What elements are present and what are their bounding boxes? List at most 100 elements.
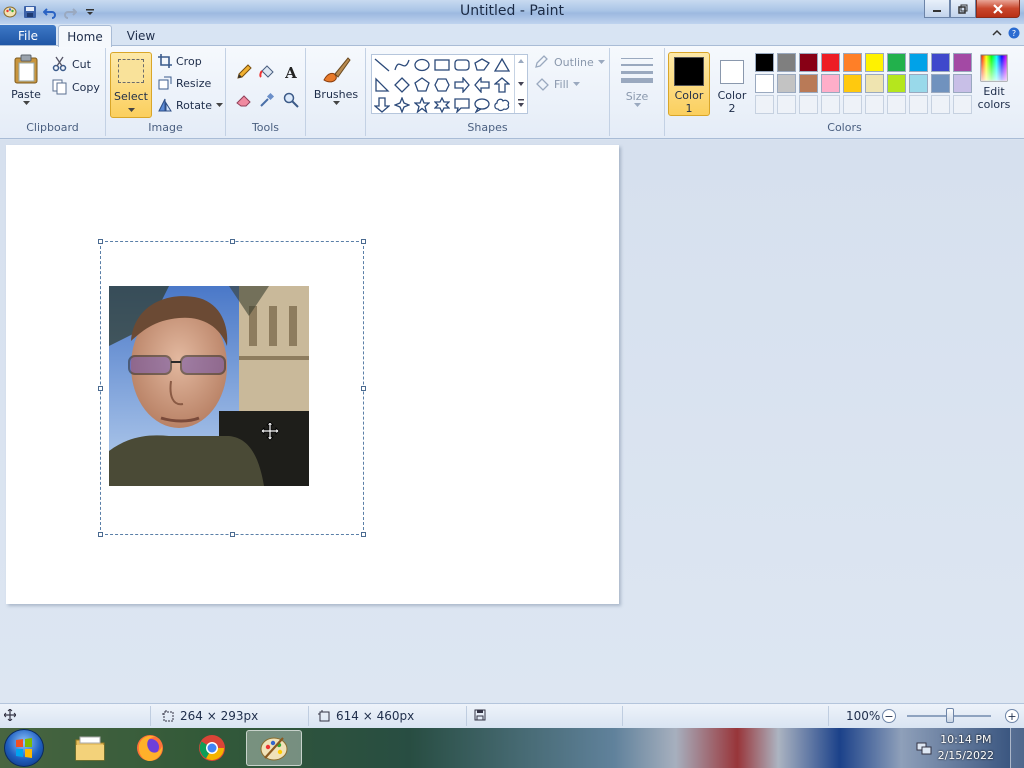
start-button[interactable] (4, 729, 44, 767)
resize-handle-se[interactable] (361, 532, 366, 537)
custom-color-slot[interactable] (865, 95, 884, 114)
color-swatch[interactable] (755, 53, 774, 72)
eraser-icon[interactable] (234, 90, 254, 110)
minimize-button[interactable] (924, 0, 950, 18)
diamond-shape-icon[interactable] (393, 76, 411, 94)
cut-button[interactable]: Cut (52, 56, 91, 72)
outline-button[interactable]: Outline (534, 55, 605, 69)
hexagon-shape-icon[interactable] (433, 76, 451, 94)
tab-home[interactable]: Home (58, 25, 112, 47)
edit-colors-button[interactable]: Edit colors (975, 54, 1013, 111)
color-swatch[interactable] (799, 74, 818, 93)
six-point-star-shape-icon[interactable] (433, 96, 451, 114)
color-swatch[interactable] (821, 74, 840, 93)
up-arrow-shape-icon[interactable] (493, 76, 511, 94)
color-swatch[interactable] (777, 74, 796, 93)
drawing-canvas[interactable] (6, 145, 619, 604)
network-icon[interactable] (916, 740, 932, 756)
triangle-shape-icon[interactable] (493, 56, 511, 74)
size-button[interactable]: Size (616, 56, 658, 108)
custom-color-slot[interactable] (909, 95, 928, 114)
resize-button[interactable]: Resize (158, 76, 211, 90)
color-swatch[interactable] (887, 74, 906, 93)
left-arrow-shape-icon[interactable] (473, 76, 491, 94)
cloud-callout-shape-icon[interactable] (493, 96, 511, 114)
taskbar-chrome[interactable] (184, 730, 240, 766)
color-swatch[interactable] (843, 53, 862, 72)
close-button[interactable] (976, 0, 1020, 18)
tab-file[interactable]: File (0, 25, 56, 46)
custom-color-slot[interactable] (755, 95, 774, 114)
color-swatch[interactable] (821, 53, 840, 72)
resize-handle-n[interactable] (230, 239, 235, 244)
show-desktop-button[interactable] (1010, 728, 1024, 768)
color-swatch[interactable] (843, 74, 862, 93)
taskbar-clock[interactable]: 10:14 PM 2/15/2022 (938, 732, 994, 764)
rotate-button[interactable]: Rotate (158, 98, 224, 112)
color-swatch[interactable] (909, 74, 928, 93)
shapes-scrollbar[interactable] (514, 55, 527, 113)
oval-callout-shape-icon[interactable] (473, 96, 491, 114)
down-arrow-shape-icon[interactable] (373, 96, 391, 114)
fill-bucket-icon[interactable] (257, 62, 277, 82)
minimize-ribbon-icon[interactable] (992, 28, 1002, 38)
pentagon-shape-icon[interactable] (413, 76, 431, 94)
resize-handle-nw[interactable] (98, 239, 103, 244)
color-picker-icon[interactable] (257, 90, 277, 110)
color-swatch[interactable] (931, 74, 950, 93)
rotate-dropdown-icon[interactable] (216, 102, 224, 108)
rounded-rectangle-shape-icon[interactable] (453, 56, 471, 74)
resize-handle-w[interactable] (98, 386, 103, 391)
polygon-shape-icon[interactable] (473, 56, 491, 74)
color2-button[interactable]: Color 2 (711, 52, 753, 116)
color-swatch[interactable] (799, 53, 818, 72)
taskbar-file-explorer[interactable] (62, 730, 118, 766)
taskbar-firefox[interactable] (122, 730, 178, 766)
zoom-in-button[interactable]: + (1005, 709, 1019, 723)
zoom-out-button[interactable]: − (882, 709, 896, 723)
select-button[interactable]: Select (110, 52, 152, 118)
text-tool-icon[interactable]: A (281, 62, 301, 82)
custom-color-slot[interactable] (931, 95, 950, 114)
rectangle-shape-icon[interactable] (433, 56, 451, 74)
brushes-dropdown-icon[interactable] (332, 101, 340, 106)
resize-handle-ne[interactable] (361, 239, 366, 244)
taskbar-paint[interactable] (246, 730, 302, 766)
custom-color-slot[interactable] (821, 95, 840, 114)
zoom-slider-thumb[interactable] (946, 708, 954, 723)
rect-callout-shape-icon[interactable] (453, 96, 471, 114)
oval-shape-icon[interactable] (413, 56, 431, 74)
crop-button[interactable]: Crop (158, 54, 202, 68)
custom-color-slot[interactable] (843, 95, 862, 114)
right-triangle-shape-icon[interactable] (373, 76, 391, 94)
copy-button[interactable]: Copy (52, 79, 100, 95)
color1-button[interactable]: Color 1 (668, 52, 710, 116)
curve-shape-icon[interactable] (393, 56, 411, 74)
color-swatch[interactable] (953, 74, 972, 93)
help-icon[interactable]: ? (1008, 27, 1020, 39)
tab-view[interactable]: View (118, 25, 164, 46)
paste-dropdown-icon[interactable] (22, 101, 30, 106)
line-shape-icon[interactable] (373, 56, 391, 74)
paste-button[interactable]: Paste (8, 54, 44, 106)
custom-color-slot[interactable] (887, 95, 906, 114)
resize-handle-s[interactable] (230, 532, 235, 537)
color-swatch[interactable] (909, 53, 928, 72)
color-swatch[interactable] (777, 53, 796, 72)
color-swatch[interactable] (887, 53, 906, 72)
pencil-icon[interactable] (234, 62, 254, 82)
custom-color-slot[interactable] (777, 95, 796, 114)
color-swatch[interactable] (931, 53, 950, 72)
resize-handle-e[interactable] (361, 386, 366, 391)
right-arrow-shape-icon[interactable] (453, 76, 471, 94)
color-swatch[interactable] (953, 53, 972, 72)
select-dropdown-icon[interactable] (128, 108, 135, 113)
custom-color-slot[interactable] (799, 95, 818, 114)
color-swatch[interactable] (865, 53, 884, 72)
magnifier-icon[interactable] (281, 90, 301, 110)
selection-box[interactable] (98, 239, 366, 537)
maximize-button[interactable] (950, 0, 976, 18)
resize-handle-sw[interactable] (98, 532, 103, 537)
four-point-star-shape-icon[interactable] (393, 96, 411, 114)
color-swatch[interactable] (865, 74, 884, 93)
